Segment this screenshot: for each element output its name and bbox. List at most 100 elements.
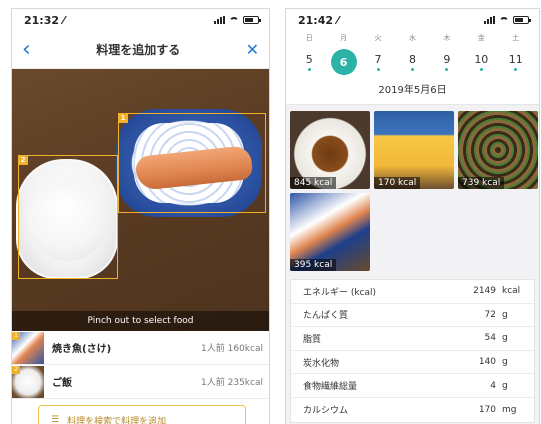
food-photo[interactable]: 1 2 Pinch out to select food — [12, 69, 269, 331]
nutrient-label: エネルギー (kcal) — [303, 287, 377, 298]
detection-box-2[interactable]: 2 — [18, 155, 118, 279]
battery-icon — [243, 16, 261, 24]
food-thumbnail: 1 — [12, 331, 44, 364]
battery-icon — [513, 16, 531, 24]
nutrition-row: カルシウム 170 mg — [291, 398, 534, 422]
meal-kcal: 739 kcal — [458, 177, 505, 189]
meal-photo[interactable]: 170 kcal — [374, 111, 454, 189]
status-icons — [484, 16, 531, 24]
thumbnail-tag: 1 — [12, 331, 20, 340]
food-list-item[interactable]: 1 焼き魚(さけ) 1人前 160kcal — [12, 331, 269, 365]
signal-icon — [214, 16, 225, 24]
meal-photo[interactable]: 845 kcal — [290, 111, 370, 189]
calendar-day[interactable]: 5 — [296, 49, 322, 75]
calendar-day[interactable]: 10 — [468, 49, 494, 75]
food-kcal: 1人前 160kcal — [201, 344, 263, 354]
nutrient-unit: kcal — [502, 286, 521, 297]
wifi-icon — [499, 16, 509, 24]
status-bar: 21:42 ⁄ — [286, 9, 539, 31]
nutrient-label: カルシウム — [303, 406, 349, 417]
has-record-dot — [514, 68, 518, 71]
weekday-label: 日 — [305, 34, 313, 42]
page-title: 料理を追加する — [96, 43, 181, 57]
meal-kcal: 395 kcal — [290, 259, 337, 271]
meal-photo[interactable]: 739 kcal — [458, 111, 538, 189]
day-number: 7 — [374, 53, 382, 66]
day-number: 10 — [474, 53, 489, 66]
calendar-day[interactable]: 9 — [434, 49, 460, 75]
chevron-left-icon[interactable]: ‹ — [22, 38, 31, 61]
meal-photo[interactable]: 395 kcal — [290, 193, 370, 271]
nutrition-row: たんぱく質 72 g — [291, 304, 534, 328]
list-icon: ☰ — [51, 415, 60, 424]
close-icon[interactable]: ✕ — [246, 40, 259, 59]
nutrient-value: 72 — [484, 309, 496, 320]
calendar-day[interactable]: 7 — [365, 49, 391, 75]
nutrition-row: エネルギー (kcal) 2149 kcal — [291, 280, 534, 304]
signal-icon — [484, 16, 495, 24]
right-phone-screen: 21:42 ⁄ 日 月 火 水 木 金 土 5 6 7 8 9 10 11 20… — [285, 8, 540, 424]
nav-bar: ‹ 料理を追加する ✕ — [12, 31, 269, 69]
nutrient-label: 炭水化物 — [303, 358, 340, 369]
week-calendar: 日 月 火 水 木 金 土 5 6 7 8 9 10 11 2019年5月6日 — [286, 31, 539, 105]
nutrition-row: 食物繊維総量 4g — [291, 374, 534, 398]
has-record-dot — [445, 68, 449, 71]
day-row: 5 6 7 8 9 10 11 — [286, 49, 539, 75]
meal-kcal: 170 kcal — [374, 177, 421, 189]
has-record-dot — [479, 68, 483, 71]
nutrient-unit: g — [502, 380, 508, 391]
wifi-icon — [229, 16, 239, 24]
nutrient-unit: g — [502, 309, 508, 320]
calendar-day[interactable]: 11 — [503, 49, 529, 75]
weekday-header: 日 月 火 水 木 金 土 — [286, 33, 539, 43]
nutrient-label: 食物繊維総量 — [303, 382, 358, 393]
detection-tag: 1 — [118, 113, 128, 123]
status-time: 21:32 ⁄ — [24, 13, 65, 27]
has-record-dot — [307, 68, 311, 71]
weekday-label: 水 — [408, 34, 416, 42]
food-name: 焼き魚(さけ) — [52, 344, 112, 355]
food-thumbnail: 2 — [12, 365, 44, 398]
food-kcal: 1人前 235kcal — [201, 378, 263, 388]
detection-tag: 2 — [18, 155, 28, 165]
weekday-label: 木 — [443, 34, 451, 42]
day-number: 9 — [443, 53, 451, 66]
has-record-dot — [376, 68, 380, 71]
has-record-dot — [410, 68, 414, 71]
status-bar: 21:32 ⁄ — [12, 9, 269, 31]
day-number: 8 — [408, 53, 416, 66]
left-phone-screen: 21:32 ⁄ ‹ 料理を追加する ✕ 1 2 Pinch out to sel… — [11, 8, 270, 424]
calendar-day-selected[interactable]: 6 — [330, 49, 357, 75]
nutrient-unit: g — [502, 357, 508, 368]
nutrient-value: 2149 — [473, 286, 496, 297]
add-food-by-search-button[interactable]: ☰ 料理を検索で料理を追加 — [38, 405, 246, 424]
nutrient-unit: mg — [502, 404, 517, 415]
meal-grid: 845 kcal 170 kcal 739 kcal 395 kcal — [286, 105, 539, 277]
weekday-label: 月 — [340, 34, 348, 42]
nutrient-value: 54 — [484, 333, 496, 344]
weekday-label: 金 — [477, 34, 485, 42]
day-number: 11 — [508, 53, 523, 66]
detection-box-1[interactable]: 1 — [118, 113, 266, 213]
add-button-label: 料理を検索で料理を追加 — [67, 416, 167, 424]
selected-date-label: 2019年5月6日 — [286, 75, 539, 105]
weekday-label: 火 — [374, 34, 382, 42]
status-time: 21:42 ⁄ — [298, 13, 339, 27]
pinch-hint: Pinch out to select food — [12, 311, 269, 331]
nutrient-label: たんぱく質 — [303, 311, 349, 322]
day-number: 5 — [305, 53, 313, 66]
thumbnail-tag: 2 — [12, 365, 20, 374]
food-name: ご飯 — [52, 378, 72, 389]
food-list-item[interactable]: 2 ご飯 1人前 235kcal — [12, 365, 269, 399]
nutrient-value: 4 — [490, 380, 496, 391]
status-icons — [214, 16, 261, 24]
nutrient-label: 脂質 — [303, 334, 322, 345]
nutrition-table: エネルギー (kcal) 2149 kcal たんぱく質 72 g 脂質 54 g 炭… — [290, 279, 535, 423]
nutrient-value: 140 — [478, 357, 496, 368]
calendar-day[interactable]: 8 — [399, 49, 425, 75]
nutrition-row: 脂質 54 g — [291, 327, 534, 351]
meal-kcal: 845 kcal — [290, 177, 337, 189]
weekday-label: 土 — [512, 34, 520, 42]
day-number: 6 — [339, 55, 348, 69]
nutrient-unit: g — [502, 333, 508, 344]
